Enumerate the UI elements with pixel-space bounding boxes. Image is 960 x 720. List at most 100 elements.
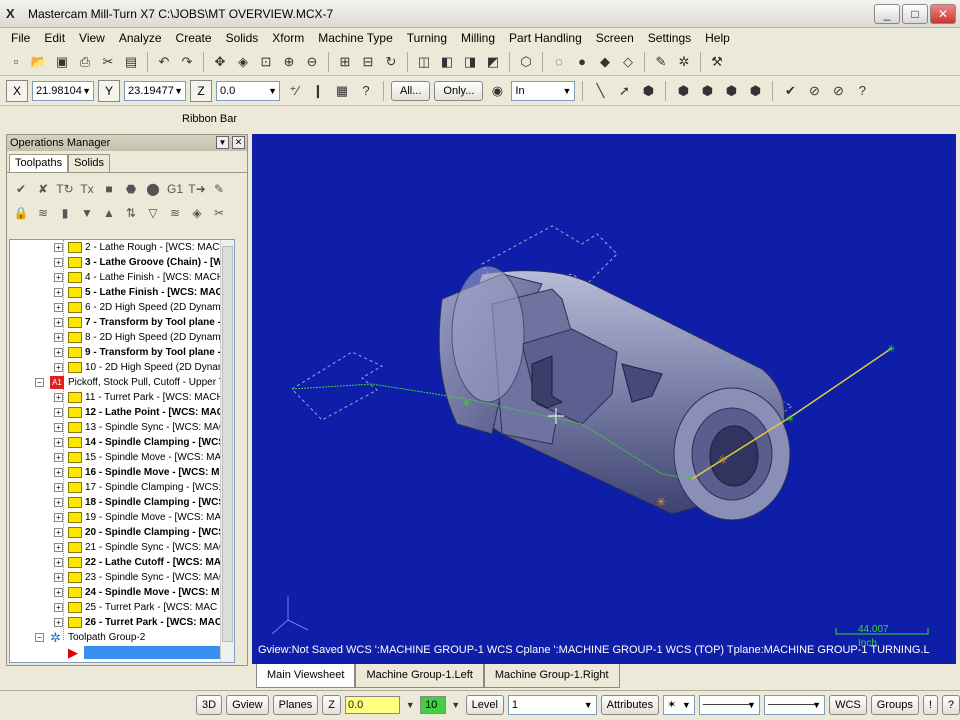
toolpath-operation[interactable]: +7 - Transform by Tool plane - R (10, 315, 234, 330)
toolpath-group[interactable]: − ✲ Toolpath Group-2 (10, 630, 234, 645)
menu-milling[interactable]: Milling (454, 28, 502, 48)
line-width-select[interactable]: ────── ▼ (763, 694, 826, 715)
help-button[interactable]: ? (941, 694, 960, 715)
expand-icon[interactable]: + (54, 498, 63, 507)
toolpath-operation[interactable]: +4 - Lathe Finish - [WCS: MACHI (10, 270, 234, 285)
viewsheet-tab[interactable]: Machine Group-1.Left (355, 664, 484, 688)
help-icon[interactable]: ? (356, 81, 376, 101)
groups-button[interactable]: Groups (870, 694, 919, 715)
wcs-button[interactable]: WCS (829, 694, 867, 715)
repaint-icon[interactable]: ↻ (381, 52, 401, 72)
level-color-swatch[interactable]: 10 (420, 695, 446, 714)
level-dropdown-icon[interactable]: ▼ (450, 695, 462, 715)
all-button[interactable]: All... (391, 80, 431, 101)
regen-icon[interactable]: T↻ (55, 179, 75, 199)
unzoom-icon[interactable]: ⊟ (358, 52, 378, 72)
expand-icon[interactable]: + (54, 438, 63, 447)
select-edge-icon[interactable]: ⬢ (721, 81, 741, 101)
expand-icon[interactable]: + (54, 348, 63, 357)
menu-settings[interactable]: Settings (641, 28, 698, 48)
shaded-icon[interactable]: ● (572, 52, 592, 72)
menu-solids[interactable]: Solids (219, 28, 266, 48)
toolpath-operation[interactable]: +17 - Spindle Clamping - [WCS: M (10, 480, 234, 495)
menu-help[interactable]: Help (698, 28, 737, 48)
x-coordinate-input[interactable]: 21.98104 ▼ (32, 80, 94, 101)
exclaim-button[interactable]: ! (922, 694, 938, 715)
planes-button[interactable]: Planes (272, 694, 319, 715)
toolpath-operation[interactable]: +9 - Transform by Tool plane - R (10, 345, 234, 360)
graphics-viewport[interactable]: ✳ ✳ ✳ ✳ ✳ 44.007 Inch Gview:Not Saved WC… (252, 134, 956, 664)
zoom-target-icon[interactable]: ⊞ (335, 52, 355, 72)
viewsheet-tab[interactable]: Main Viewsheet (256, 664, 356, 688)
fit-icon[interactable]: ◈ (233, 52, 253, 72)
attributes-button[interactable]: Attributes (600, 694, 660, 715)
toggle-post-icon[interactable]: ▮ (55, 203, 75, 223)
open-file-icon[interactable]: 📂 (29, 52, 49, 72)
single-display-icon[interactable]: ≋ (165, 203, 185, 223)
insert-arrow-row[interactable]: ▶ (10, 645, 234, 660)
pencil-icon[interactable]: ✎ (651, 52, 671, 72)
viewsheet-tab[interactable]: Machine Group-1.Right (483, 664, 620, 688)
expand-icon[interactable]: + (54, 618, 63, 627)
zoom-in-icon[interactable]: ⊕ (279, 52, 299, 72)
toolpath-group[interactable]: − A1 Pickoff, Stock Pull, Cutoff - Upper T (10, 375, 234, 390)
fast-point-icon[interactable]: ⁺⁄ (284, 81, 304, 101)
y-axis-button[interactable]: Y (98, 79, 120, 102)
display-options-icon[interactable]: ◈ (187, 203, 207, 223)
menu-screen[interactable]: Screen (589, 28, 641, 48)
menu-analyze[interactable]: Analyze (112, 28, 169, 48)
expand-icon[interactable]: + (54, 288, 63, 297)
menu-create[interactable]: Create (169, 28, 219, 48)
menu-edit[interactable]: Edit (37, 28, 72, 48)
simulate-icon[interactable]: ⬤ (143, 179, 163, 199)
toolpath-operation[interactable]: +5 - Lathe Finish - [WCS: MACHI (10, 285, 234, 300)
z-coordinate-input[interactable]: 0.0 ▼ (216, 80, 280, 101)
toolpath-operation[interactable]: +10 - 2D High Speed (2D Dynami (10, 360, 234, 375)
wireframe-icon[interactable]: ◌ (549, 52, 569, 72)
line-style-select[interactable]: ────── ▼ (698, 694, 760, 715)
toolpath-operation[interactable]: +11 - Turret Park - [WCS: MACHI (10, 390, 234, 405)
toolpath-operation[interactable]: +16 - Spindle Move - [WCS: MAC (10, 465, 234, 480)
level-select[interactable]: 1 ▼ (507, 694, 597, 715)
tool-icon[interactable]: ⚒ (707, 52, 727, 72)
expand-icon[interactable]: + (54, 273, 63, 282)
tools-icon[interactable]: ✂ (209, 203, 229, 223)
tree-scrollbar[interactable] (220, 240, 234, 662)
select-dirty-icon[interactable]: ✘ (33, 179, 53, 199)
expand-icon[interactable]: + (54, 543, 63, 552)
move-up-icon[interactable]: ▲ (99, 203, 119, 223)
3d-button[interactable]: 3D (196, 694, 223, 715)
cut-icon[interactable]: ✂ (98, 52, 118, 72)
expand-icon[interactable]: + (54, 243, 63, 252)
expand-icon[interactable]: + (54, 603, 63, 612)
toolpath-operation[interactable]: +13 - Spindle Sync - [WCS: MAC (10, 420, 234, 435)
menu-turning[interactable]: Turning (400, 28, 454, 48)
toolpath-operation[interactable]: +23 - Spindle Sync - [WCS: MAC (10, 570, 234, 585)
material-icon[interactable]: ◇ (618, 52, 638, 72)
verify-ops-icon[interactable]: ⬣ (121, 179, 141, 199)
expand-icon[interactable]: + (54, 468, 63, 477)
insert-arrow-icon[interactable]: ⇅ (121, 203, 141, 223)
toolpath-operation[interactable]: +3 - Lathe Groove (Chain) - [WC (10, 255, 234, 270)
select-face-icon[interactable]: ⬢ (673, 81, 693, 101)
exclude-icon[interactable]: ⊘ (828, 81, 848, 101)
expand-icon[interactable]: + (54, 528, 63, 537)
expand-icon[interactable]: + (54, 573, 63, 582)
tab-solids[interactable]: Solids (68, 154, 111, 172)
close-button[interactable]: ✕ (930, 4, 956, 24)
toolpath-operation[interactable]: +21 - Spindle Sync - [WCS: MAC (10, 540, 234, 555)
toolpath-operation[interactable]: +25 - Turret Park - [WCS: MAC (10, 600, 234, 615)
help-toolbar-icon[interactable]: ? (852, 81, 872, 101)
menu-machine-type[interactable]: Machine Type (311, 28, 400, 48)
save-icon[interactable]: ▣ (52, 52, 72, 72)
view-top-icon[interactable]: ◫ (414, 52, 434, 72)
view-front-icon[interactable]: ◧ (437, 52, 457, 72)
expand-icon[interactable]: + (54, 483, 63, 492)
z-dropdown-icon[interactable]: ▼ (404, 695, 416, 715)
view-iso-icon[interactable]: ◩ (483, 52, 503, 72)
render-icon[interactable]: ◆ (595, 52, 615, 72)
no-icon[interactable]: ⊘ (804, 81, 824, 101)
toolpath-operation[interactable]: +2 - Lathe Rough - [WCS: MACHI (10, 240, 234, 255)
new-file-icon[interactable]: ▫ (6, 52, 26, 72)
expand-icon[interactable]: + (54, 588, 63, 597)
